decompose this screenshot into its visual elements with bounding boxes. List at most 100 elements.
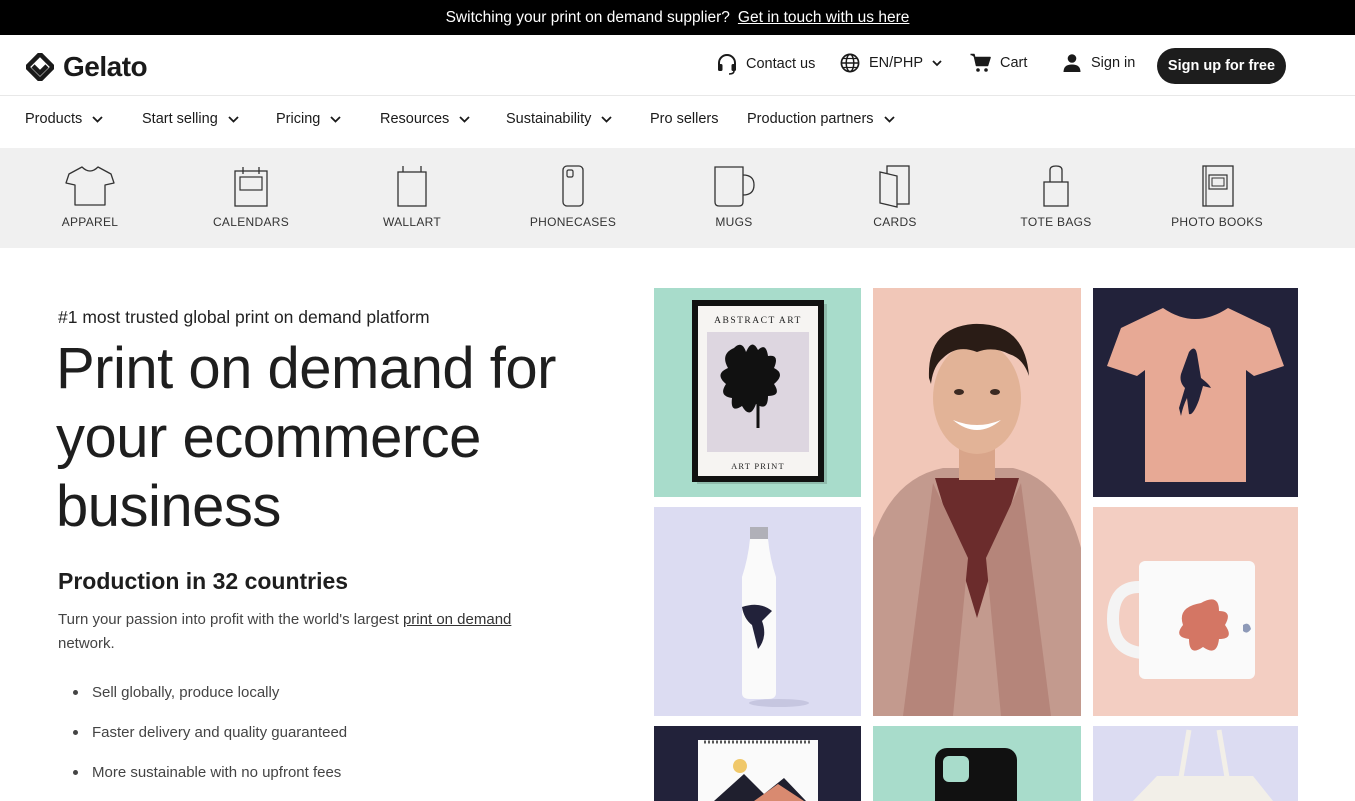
- list-item: Faster delivery and quality guaranteed: [58, 712, 347, 752]
- category-label: APPAREL: [61, 215, 119, 229]
- category-label: WALLART: [382, 215, 442, 229]
- category-tote-bags[interactable]: TOTE BAGS: [1001, 164, 1111, 229]
- chevron-down-icon: [228, 115, 239, 123]
- calendar-icon: [234, 167, 268, 207]
- globe-icon: [840, 53, 860, 73]
- cart-icon: [970, 53, 991, 72]
- nav-item-production-partners[interactable]: Production partners: [747, 111, 895, 127]
- category-label: PHONECASES: [529, 215, 617, 229]
- contact-label: Contact us: [746, 56, 816, 72]
- print-on-demand-link[interactable]: print on demand: [403, 611, 511, 628]
- locale-label: EN/PHP: [869, 55, 923, 71]
- nav-item-start-selling[interactable]: Start selling: [142, 111, 239, 127]
- wallart-icon: [397, 166, 427, 207]
- hero-title: Print on demand for your ecommerce busin…: [56, 336, 556, 539]
- poster-image: ABSTRACT ART ART PRINT: [654, 288, 861, 497]
- category-label: MUGS: [715, 215, 753, 229]
- category-label: CARDS: [873, 215, 917, 229]
- main-nav: Products Start selling Pricing Resources…: [0, 96, 1355, 148]
- gelato-logo-icon: [26, 53, 54, 81]
- chevron-down-icon: [92, 115, 103, 123]
- model-illustration: [873, 323, 1081, 716]
- bullet-dot: [73, 769, 78, 775]
- announcement-link[interactable]: Get in touch with us here: [738, 9, 909, 27]
- bullet-text: More sustainable with no upfront fees: [92, 763, 342, 781]
- signup-button[interactable]: Sign up for free: [1157, 48, 1286, 84]
- nav-item-pro-sellers[interactable]: Pro sellers: [650, 111, 719, 127]
- site-header: Gelato Contact us EN/PHP Cart Sign in Si…: [0, 35, 1355, 96]
- nav-item-sustainability[interactable]: Sustainability: [506, 111, 613, 127]
- locale-selector[interactable]: EN/PHP: [840, 53, 942, 73]
- mug-product-image: [1093, 507, 1298, 716]
- chevron-down-icon: [883, 115, 895, 123]
- category-label: TOTE BAGS: [1020, 215, 1092, 229]
- category-phonecases[interactable]: PHONECASES: [518, 164, 628, 229]
- mug-icon: [714, 166, 755, 207]
- tote-product-image: [1093, 726, 1298, 801]
- model-photo: [873, 288, 1081, 716]
- bottle-illustration: [742, 527, 809, 707]
- desc-text-before: Turn your passion into profit with the w…: [58, 611, 403, 628]
- announcement-bar: Switching your print on demand supplier?…: [0, 0, 1355, 35]
- sign-in-label: Sign in: [1091, 55, 1136, 71]
- tshirt-product-image: [1093, 288, 1298, 497]
- logo-text: Gelato: [63, 51, 148, 82]
- contact-link[interactable]: Contact us: [717, 53, 815, 75]
- chevron-down-icon: [459, 115, 470, 123]
- nav-label: Resources: [380, 111, 450, 127]
- announcement-text: Switching your print on demand supplier?: [445, 8, 730, 26]
- chevron-down-icon: [330, 115, 341, 123]
- category-cards[interactable]: CARDS: [840, 164, 950, 229]
- phonecase-product-image: [873, 726, 1081, 801]
- hero-bullets: Sell globally, produce locally Faster de…: [58, 672, 347, 792]
- nav-item-products[interactable]: Products: [25, 111, 103, 127]
- bullet-dot: [73, 729, 78, 735]
- chevron-down-icon: [932, 59, 942, 66]
- category-mugs[interactable]: MUGS: [679, 164, 789, 229]
- category-bar: APPAREL CALENDARS WALLART PHONECASES MUG…: [0, 148, 1355, 248]
- nav-label: Sustainability: [506, 111, 592, 127]
- nav-label: Pro sellers: [650, 111, 719, 127]
- desc-text-after: network.: [58, 635, 115, 652]
- hero-eyebrow: #1 most trusted global print on demand p…: [58, 307, 430, 327]
- phonecase-illustration: [935, 748, 1017, 801]
- poster-caption: ART PRINT: [731, 461, 785, 471]
- tshirt-illustration: [1107, 308, 1284, 482]
- category-label: CALENDARS: [212, 215, 290, 229]
- nav-label: Products: [25, 111, 83, 127]
- bullet-text: Faster delivery and quality guaranteed: [92, 723, 348, 741]
- cards-icon: [879, 165, 910, 208]
- poster-title: ABSTRACT ART: [714, 316, 802, 326]
- headset-icon: [718, 54, 736, 75]
- cart-link[interactable]: Cart: [970, 53, 1027, 73]
- nav-label: Production partners: [747, 111, 874, 127]
- nav-label: Pricing: [276, 111, 321, 127]
- bullet-text: Sell globally, produce locally: [92, 683, 280, 701]
- hero-description: Turn your passion into profit with the w…: [58, 608, 578, 656]
- phonecase-icon: [562, 165, 584, 207]
- photo-book-icon: [1202, 165, 1234, 207]
- logo[interactable]: Gelato: [26, 51, 148, 83]
- category-label: PHOTO BOOKS: [1171, 215, 1263, 229]
- bullet-dot: [73, 689, 78, 695]
- sign-in-link[interactable]: Sign in: [1062, 53, 1135, 73]
- user-icon: [1063, 54, 1081, 72]
- cart-label: Cart: [1000, 55, 1028, 71]
- list-item: More sustainable with no upfront fees: [58, 752, 347, 792]
- category-calendars[interactable]: CALENDARS: [196, 164, 306, 229]
- tshirt-icon: [65, 166, 115, 206]
- nav-item-pricing[interactable]: Pricing: [276, 111, 341, 127]
- calendar-product-image: [654, 726, 861, 801]
- nav-label: Start selling: [142, 111, 218, 127]
- category-wallart[interactable]: WALLART: [357, 164, 467, 229]
- tote-illustration: [1133, 729, 1273, 801]
- bottle-product-image: [654, 507, 861, 716]
- category-apparel[interactable]: APPAREL: [35, 164, 145, 229]
- chevron-down-icon: [601, 115, 613, 123]
- list-item: Sell globally, produce locally: [58, 672, 347, 712]
- nav-item-resources[interactable]: Resources: [380, 111, 470, 127]
- hero-subtitle: Production in 32 countries: [58, 568, 349, 594]
- mug-illustration: [1106, 561, 1255, 679]
- category-photo-books[interactable]: PHOTO BOOKS: [1162, 164, 1272, 229]
- tote-bag-icon: [1043, 165, 1069, 207]
